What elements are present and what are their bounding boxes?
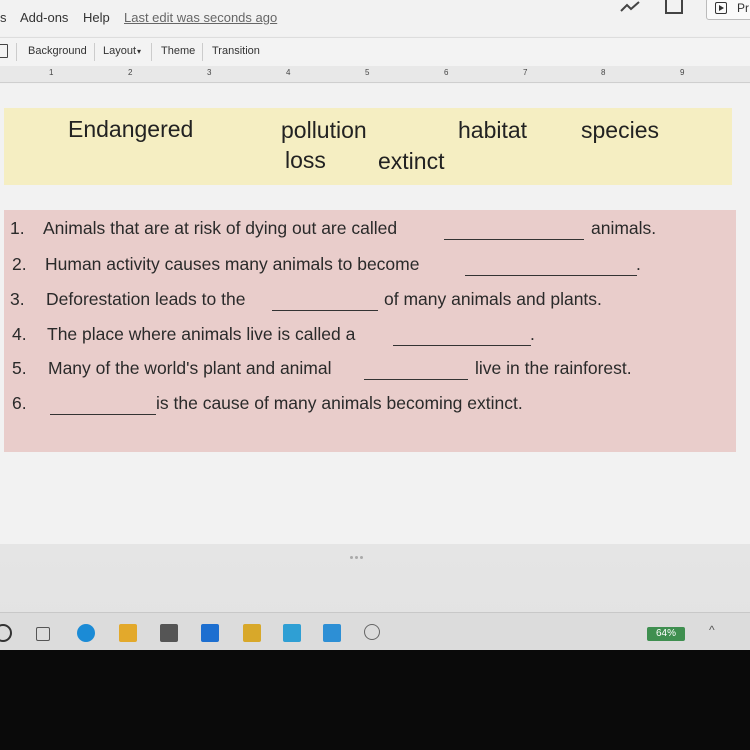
word-bank-word: habitat <box>458 117 528 143</box>
file-explorer-icon[interactable] <box>119 624 137 642</box>
comment-icon[interactable] <box>665 0 683 14</box>
sentence-text: Deforestation leads to the <box>46 289 246 309</box>
answer-blank[interactable] <box>272 310 378 311</box>
word-bank-word: loss <box>285 147 326 173</box>
task-view-icon[interactable] <box>36 627 50 641</box>
layout-button[interactable]: Layout <box>103 45 136 57</box>
activity-trend-icon[interactable] <box>619 0 641 14</box>
ruler-number: 2 <box>128 68 133 77</box>
chevron-up-icon[interactable]: ^ <box>709 623 715 637</box>
ruler-number: 6 <box>444 68 449 77</box>
present-icon <box>715 2 727 14</box>
word-bank-word: species <box>581 117 659 143</box>
menu-bar: s Add-ons Help Last edit was seconds ago… <box>0 0 750 36</box>
chevron-down-icon: ▾ <box>137 47 142 56</box>
store-icon[interactable] <box>160 624 178 642</box>
toolbar: Background Layout ▾ Theme Transition <box>0 37 750 67</box>
sentence-text-end: is the cause of many animals becoming ex… <box>156 393 523 413</box>
menu-tools-partial[interactable]: s <box>0 10 7 25</box>
answer-blank[interactable] <box>444 239 584 240</box>
sentence-text: Human activity causes many animals to be… <box>45 254 420 274</box>
taskbar: 64% ^ <box>0 612 750 650</box>
answer-blank[interactable] <box>465 275 637 276</box>
app-icon[interactable] <box>243 624 261 642</box>
sentence-text-end: . <box>636 254 641 274</box>
sentence-text: Many of the world's plant and animal <box>48 358 332 378</box>
transition-button[interactable]: Transition <box>212 45 260 57</box>
answer-blank[interactable] <box>50 414 156 415</box>
toolbar-divider <box>151 43 152 61</box>
ruler-number: 4 <box>286 68 291 77</box>
ruler-number: 5 <box>365 68 370 77</box>
word-bank-box[interactable]: Endangered pollution loss extinct habita… <box>4 108 732 185</box>
app-icon[interactable] <box>323 624 341 642</box>
sentence-number: 4. <box>12 324 27 344</box>
word-bank-word: pollution <box>281 117 367 143</box>
new-slide-icon[interactable] <box>0 44 8 58</box>
word-bank-word: Endangered <box>68 116 194 142</box>
sentence-number: 6. <box>12 393 27 413</box>
sentence-text: The place where animals live is called a <box>47 324 356 344</box>
sentence-text-end: of many animals and plants. <box>384 289 602 309</box>
menu-addons[interactable]: Add-ons <box>20 10 68 25</box>
present-button[interactable]: Pr <box>706 0 750 20</box>
toolbar-divider <box>202 43 203 61</box>
toolbar-divider <box>94 43 95 61</box>
launcher-icon[interactable] <box>283 624 301 642</box>
ruler-number: 9 <box>680 68 685 77</box>
background-button[interactable]: Background <box>28 45 87 57</box>
theme-button[interactable]: Theme <box>161 45 195 57</box>
present-label: Pr <box>737 1 749 15</box>
resize-handle[interactable] <box>350 546 372 559</box>
sentence-text-end: live in the rainforest. <box>475 358 632 378</box>
toolbar-divider <box>16 43 17 61</box>
sentence-text-end: . <box>530 324 535 344</box>
battery-indicator[interactable]: 64% <box>647 627 685 641</box>
sentence-number: 2. <box>12 254 27 274</box>
settings-icon[interactable] <box>364 624 380 640</box>
sentence-text-end: animals. <box>591 218 657 238</box>
ruler-number: 7 <box>523 68 528 77</box>
sentence-number: 5. <box>12 358 27 378</box>
answer-blank[interactable] <box>364 379 468 380</box>
sentence-number: 3. <box>10 289 25 309</box>
ruler-number: 3 <box>207 68 212 77</box>
ruler: 1 2 3 4 5 6 7 8 9 <box>0 66 750 83</box>
fill-in-sentences-box[interactable]: 1. Animals that are at risk of dying out… <box>4 210 736 452</box>
screen: s Add-ons Help Last edit was seconds ago… <box>0 0 750 650</box>
ruler-number: 1 <box>49 68 54 77</box>
search-icon[interactable] <box>0 624 12 642</box>
answer-blank[interactable] <box>393 345 531 346</box>
ruler-number: 8 <box>601 68 606 77</box>
last-edit-link[interactable]: Last edit was seconds ago <box>124 10 277 25</box>
edge-browser-icon[interactable] <box>77 624 95 642</box>
sentence-number: 1. <box>10 218 25 238</box>
menu-help[interactable]: Help <box>83 10 110 25</box>
sentence-text: Animals that are at risk of dying out ar… <box>43 218 398 238</box>
word-bank-word: extinct <box>378 148 445 174</box>
mail-icon[interactable] <box>201 624 219 642</box>
